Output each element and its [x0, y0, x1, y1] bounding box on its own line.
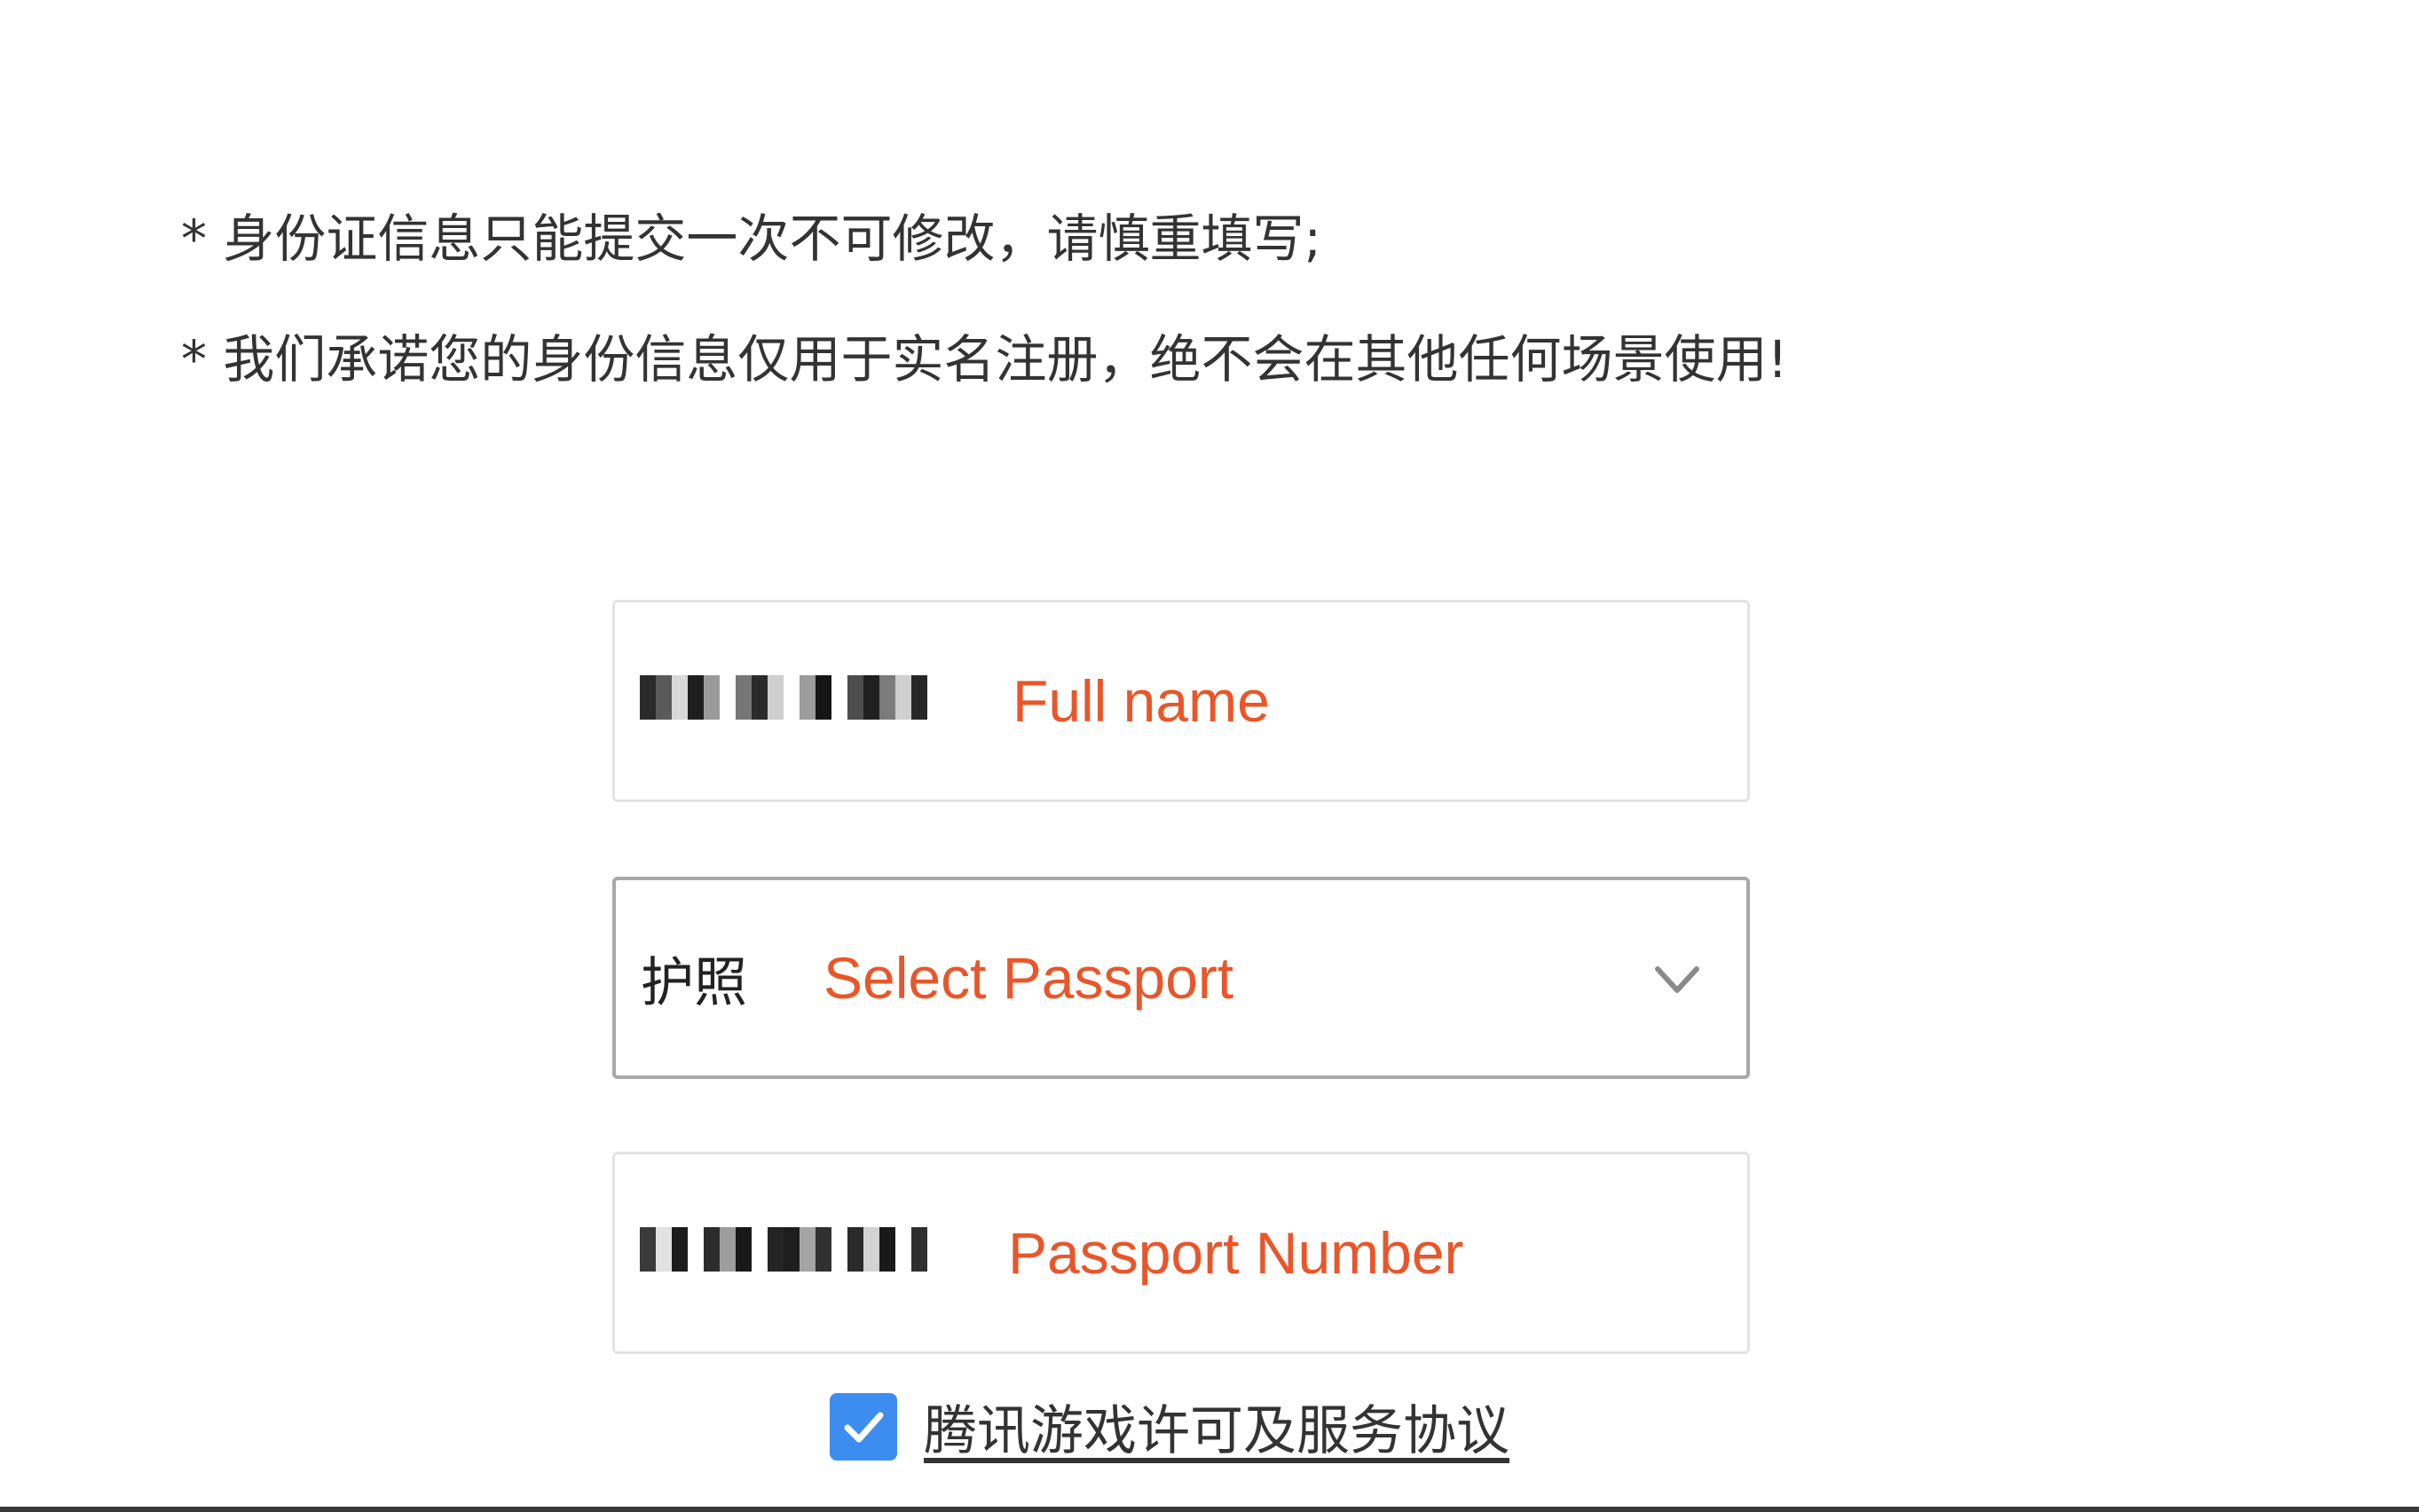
id-type-value: 护照	[641, 951, 747, 1014]
id-type-hint: Select Passport	[823, 945, 1234, 1011]
redacted-name-value	[640, 675, 927, 720]
redacted-passport-value	[640, 1227, 927, 1272]
id-type-select[interactable]: 护照 Select Passport	[612, 877, 1750, 1079]
agreement-checkbox[interactable]	[830, 1392, 897, 1461]
bottom-edge-bar	[0, 1507, 2419, 1512]
notice-line-1: * 身份证信息只能提交一次不可修改，请慎重填写;	[181, 209, 1321, 269]
agreement-link[interactable]: 腾讯游戏许可及服务协议	[924, 1388, 1509, 1465]
notice-line-2: * 我们承诺您的身份信息仅用于实名注册，绝不会在其他任何场景使用!	[181, 329, 1788, 390]
passport-number-hint: Passport Number	[1008, 1220, 1464, 1286]
agreement-row: 腾讯游戏许可及服务协议	[830, 1388, 1509, 1465]
full-name-field[interactable]: Full name	[612, 600, 1750, 802]
chevron-down-icon[interactable]	[1654, 957, 1700, 1003]
full-name-hint: Full name	[1013, 668, 1270, 734]
passport-number-field[interactable]: Passport Number	[612, 1152, 1750, 1354]
clipped-text-line: ▔▔▔▔▔▔▔▔▔▔▔▔▔▔▔▔▔▔▔▔▔▔▔▔▔▔▔▔▔▔▔▔▔▔▔▔▔▔▔▔…	[177, 0, 1897, 38]
checkmark-icon	[844, 1412, 884, 1442]
